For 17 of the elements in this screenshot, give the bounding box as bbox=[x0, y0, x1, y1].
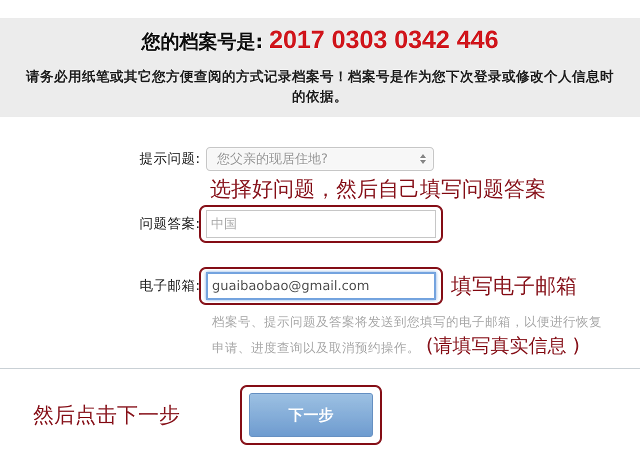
archive-number: 2017 0303 0342 446 bbox=[269, 26, 498, 55]
annotation-text: (请填写真实信息 ) bbox=[426, 334, 580, 359]
next-button[interactable]: 下一步 bbox=[249, 393, 373, 437]
field-label: 提示问题: bbox=[138, 150, 201, 168]
email-field[interactable]: guaibaobao@gmail.com bbox=[206, 272, 436, 300]
archive-label: 您的档案号是: bbox=[141, 30, 264, 55]
answer-field[interactable]: 中国 bbox=[206, 210, 436, 238]
hint-text: 档案号、提示问题及答案将发送到您填写的电子邮箱，以便进行恢复 bbox=[212, 313, 602, 331]
question-select[interactable]: 您父亲的现居住地? bbox=[206, 147, 434, 171]
hint-text: 申请、进度查询以及取消预约操作。 bbox=[212, 339, 420, 357]
field-label: 问题答案: bbox=[138, 215, 201, 233]
field-label: 电子邮箱: bbox=[138, 277, 201, 295]
up-down-icon bbox=[419, 153, 427, 165]
annotation-text: 然后点击下一步 bbox=[33, 402, 181, 429]
annotation-text: 选择好问题，然后自己填写问题答案 bbox=[210, 176, 547, 203]
notice-text: 请务必用纸笔或其它您方便查阅的方式记录档案号！档案号是作为您下次登录或修改个人信息时的依据。 bbox=[24, 68, 615, 107]
annotation-text: 填写电子邮箱 bbox=[451, 273, 577, 300]
